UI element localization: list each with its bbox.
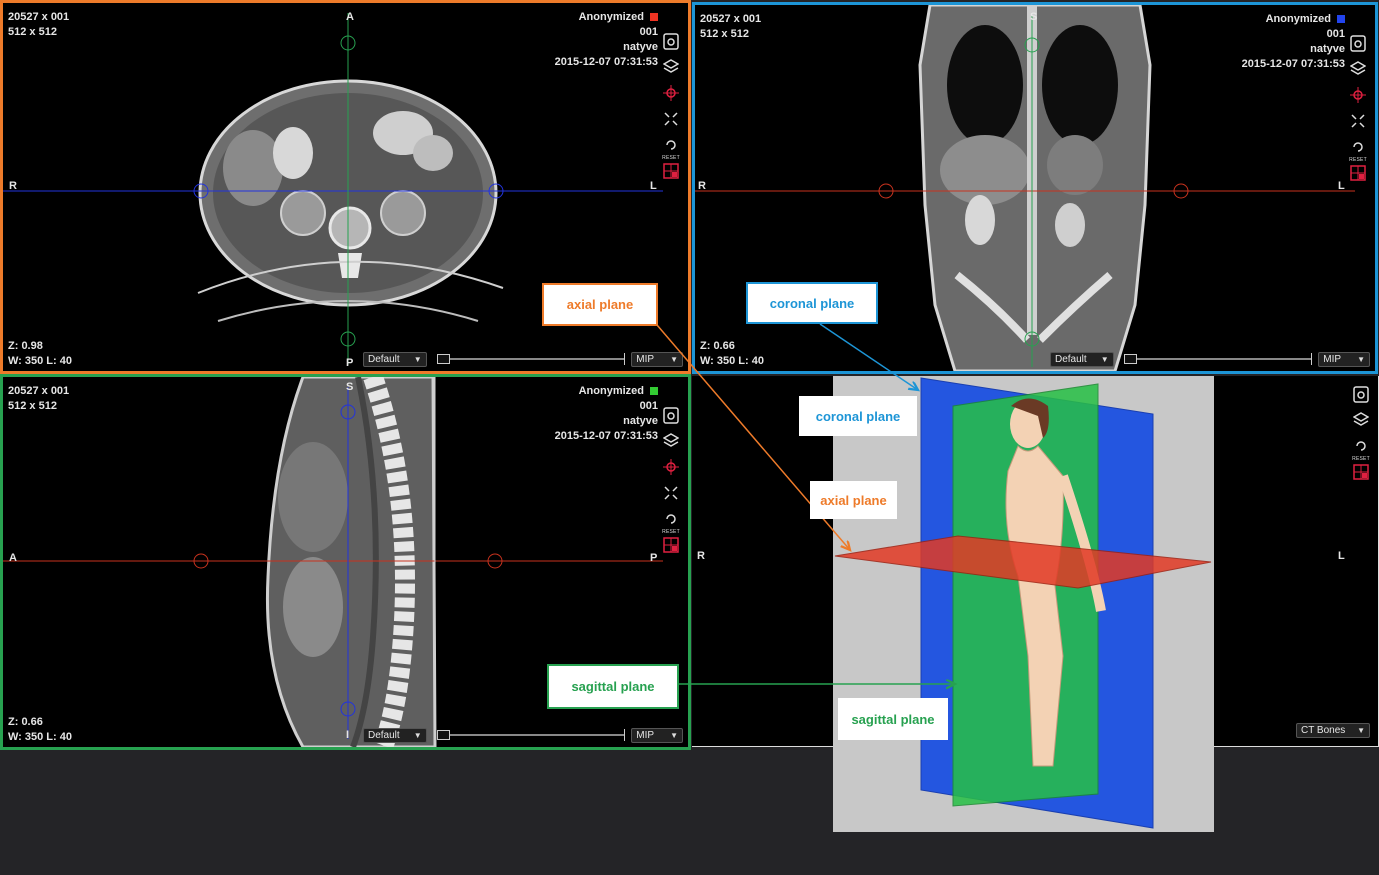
- diagram-axial-label: axial plane: [810, 481, 897, 519]
- sagittal-plane-callout: sagittal plane: [547, 664, 679, 709]
- diagram-sagittal-label: sagittal plane: [838, 698, 948, 740]
- callout-arrows: [656, 323, 1379, 875]
- axial-plane-callout: axial plane: [542, 283, 658, 326]
- coronal-arrow: [819, 323, 918, 390]
- diagram-coronal-label: coronal plane: [799, 396, 917, 436]
- coronal-plane-callout: coronal plane: [746, 282, 878, 324]
